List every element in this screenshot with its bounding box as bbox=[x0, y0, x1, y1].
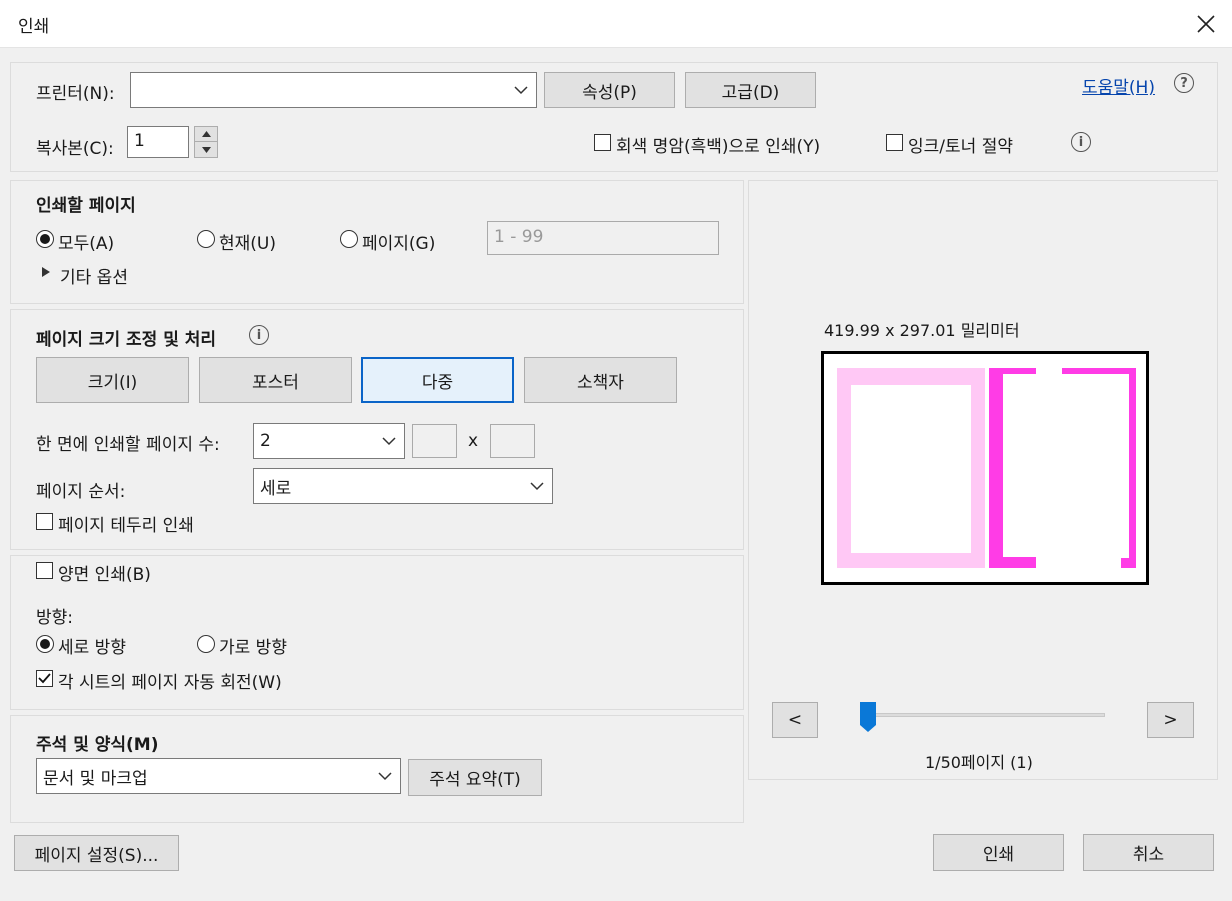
preview-bracket-left bbox=[989, 368, 1003, 568]
copies-value: 1 bbox=[134, 131, 145, 151]
ink-saver-label: 잉크/토너 절약 bbox=[908, 137, 1013, 157]
help-link[interactable]: 도움말(H) bbox=[1082, 73, 1155, 98]
cols-input[interactable] bbox=[412, 424, 457, 458]
comments-heading: 주석 및 양식(M) bbox=[36, 735, 159, 755]
info-icon[interactable]: i bbox=[1071, 132, 1091, 152]
spin-up-icon[interactable] bbox=[195, 127, 217, 142]
sizing-heading: 페이지 크기 조정 및 처리 bbox=[36, 330, 217, 350]
pages-per-sheet-select[interactable]: 2 bbox=[253, 423, 405, 459]
chevron-down-icon bbox=[370, 759, 400, 793]
help-question-icon[interactable]: ? bbox=[1174, 73, 1194, 93]
duplex-label: 양면 인쇄(B) bbox=[58, 565, 151, 585]
grayscale-checkbox[interactable] bbox=[594, 134, 611, 151]
page-range-input[interactable]: 1 - 99 bbox=[487, 221, 719, 255]
page-order-label: 페이지 순서: bbox=[36, 482, 126, 502]
radio-current-label: 현재(U) bbox=[219, 234, 276, 254]
next-page-button[interactable]: > bbox=[1147, 702, 1194, 738]
comment-summary-button[interactable]: 주석 요약(T) bbox=[408, 759, 542, 796]
radio-portrait[interactable] bbox=[36, 635, 54, 653]
tab-multiple[interactable]: 다중 bbox=[361, 357, 514, 403]
more-options-label[interactable]: 기타 옵션 bbox=[60, 263, 128, 288]
radio-pages-label: 페이지(G) bbox=[362, 234, 436, 254]
window-title: 인쇄 bbox=[18, 17, 50, 37]
tab-poster[interactable]: 포스터 bbox=[199, 357, 352, 403]
copies-input[interactable]: 1 bbox=[127, 126, 189, 158]
page-setup-button[interactable]: 페이지 설정(S)... bbox=[14, 835, 179, 871]
page-slider-track[interactable] bbox=[863, 713, 1105, 717]
pages-per-sheet-value: 2 bbox=[260, 431, 271, 451]
print-border-label: 페이지 테두리 인쇄 bbox=[58, 516, 194, 536]
preview-bracket-top-right bbox=[1062, 368, 1136, 374]
preview-bracket-bottom-left bbox=[989, 557, 1036, 568]
preview-sheet bbox=[821, 351, 1149, 585]
chevron-down-icon bbox=[374, 424, 404, 458]
auto-rotate-label: 각 시트의 페이지 자동 회전(W) bbox=[58, 673, 282, 693]
preview-page-left bbox=[837, 368, 985, 568]
radio-all-label: 모두(A) bbox=[58, 234, 115, 254]
copies-spinner[interactable] bbox=[194, 126, 218, 158]
close-button[interactable] bbox=[1188, 6, 1224, 42]
tab-size[interactable]: 크기(I) bbox=[36, 357, 189, 403]
properties-button[interactable]: 속성(P) bbox=[544, 72, 675, 108]
radio-all[interactable] bbox=[36, 230, 54, 248]
x-label: x bbox=[468, 431, 479, 451]
preview-bracket-right bbox=[1129, 368, 1136, 568]
rows-input[interactable] bbox=[490, 424, 535, 458]
pages-to-print-heading: 인쇄할 페이지 bbox=[36, 196, 136, 216]
preview-bracket-top-left bbox=[989, 368, 1036, 374]
chevron-down-icon bbox=[522, 469, 552, 503]
page-slider-thumb[interactable] bbox=[859, 701, 877, 733]
comments-select[interactable]: 문서 및 마크업 bbox=[36, 758, 401, 794]
comments-value: 문서 및 마크업 bbox=[43, 768, 148, 789]
advanced-button[interactable]: 고급(D) bbox=[685, 72, 816, 108]
preview-page-left-content bbox=[851, 385, 971, 553]
duplex-checkbox[interactable] bbox=[36, 562, 53, 579]
printer-label: 프린터(N): bbox=[36, 84, 115, 104]
radio-landscape-label: 가로 방향 bbox=[219, 638, 287, 658]
printer-select[interactable] bbox=[130, 72, 537, 108]
preview-bracket-bottom-right bbox=[1121, 558, 1136, 568]
copies-label: 복사본(C): bbox=[36, 139, 114, 159]
page-indicator: 1/50페이지 (1) bbox=[925, 753, 1033, 772]
radio-landscape[interactable] bbox=[197, 635, 215, 653]
page-order-select[interactable]: 세로 bbox=[253, 468, 553, 504]
expand-triangle-icon[interactable] bbox=[41, 266, 51, 278]
print-button[interactable]: 인쇄 bbox=[933, 834, 1064, 871]
tab-booklet[interactable]: 소책자 bbox=[524, 357, 677, 403]
ink-saver-checkbox[interactable] bbox=[886, 134, 903, 151]
radio-pages[interactable] bbox=[340, 230, 358, 248]
radio-current[interactable] bbox=[197, 230, 215, 248]
chevron-down-icon bbox=[506, 73, 536, 107]
auto-rotate-checkbox[interactable] bbox=[36, 670, 53, 687]
orientation-heading: 방향: bbox=[36, 608, 74, 628]
print-border-checkbox[interactable] bbox=[36, 513, 53, 530]
preview-page-right bbox=[989, 368, 1136, 568]
sizing-info-icon[interactable]: i bbox=[249, 325, 269, 345]
page-range-placeholder: 1 - 99 bbox=[494, 227, 544, 247]
close-icon bbox=[1197, 15, 1215, 33]
preview-dimensions: 419.99 x 297.01 밀리미터 bbox=[824, 321, 1020, 340]
title-bar: 인쇄 bbox=[0, 0, 1232, 48]
cancel-button[interactable]: 취소 bbox=[1083, 834, 1214, 871]
checkmark-icon bbox=[38, 673, 51, 684]
grayscale-label: 회색 명암(흑백)으로 인쇄(Y) bbox=[616, 137, 821, 157]
pages-per-sheet-label: 한 면에 인쇄할 페이지 수: bbox=[36, 435, 220, 455]
page-order-value: 세로 bbox=[260, 478, 292, 499]
spin-down-icon[interactable] bbox=[195, 142, 217, 157]
radio-portrait-label: 세로 방향 bbox=[58, 638, 126, 658]
prev-page-button[interactable]: < bbox=[772, 702, 818, 738]
